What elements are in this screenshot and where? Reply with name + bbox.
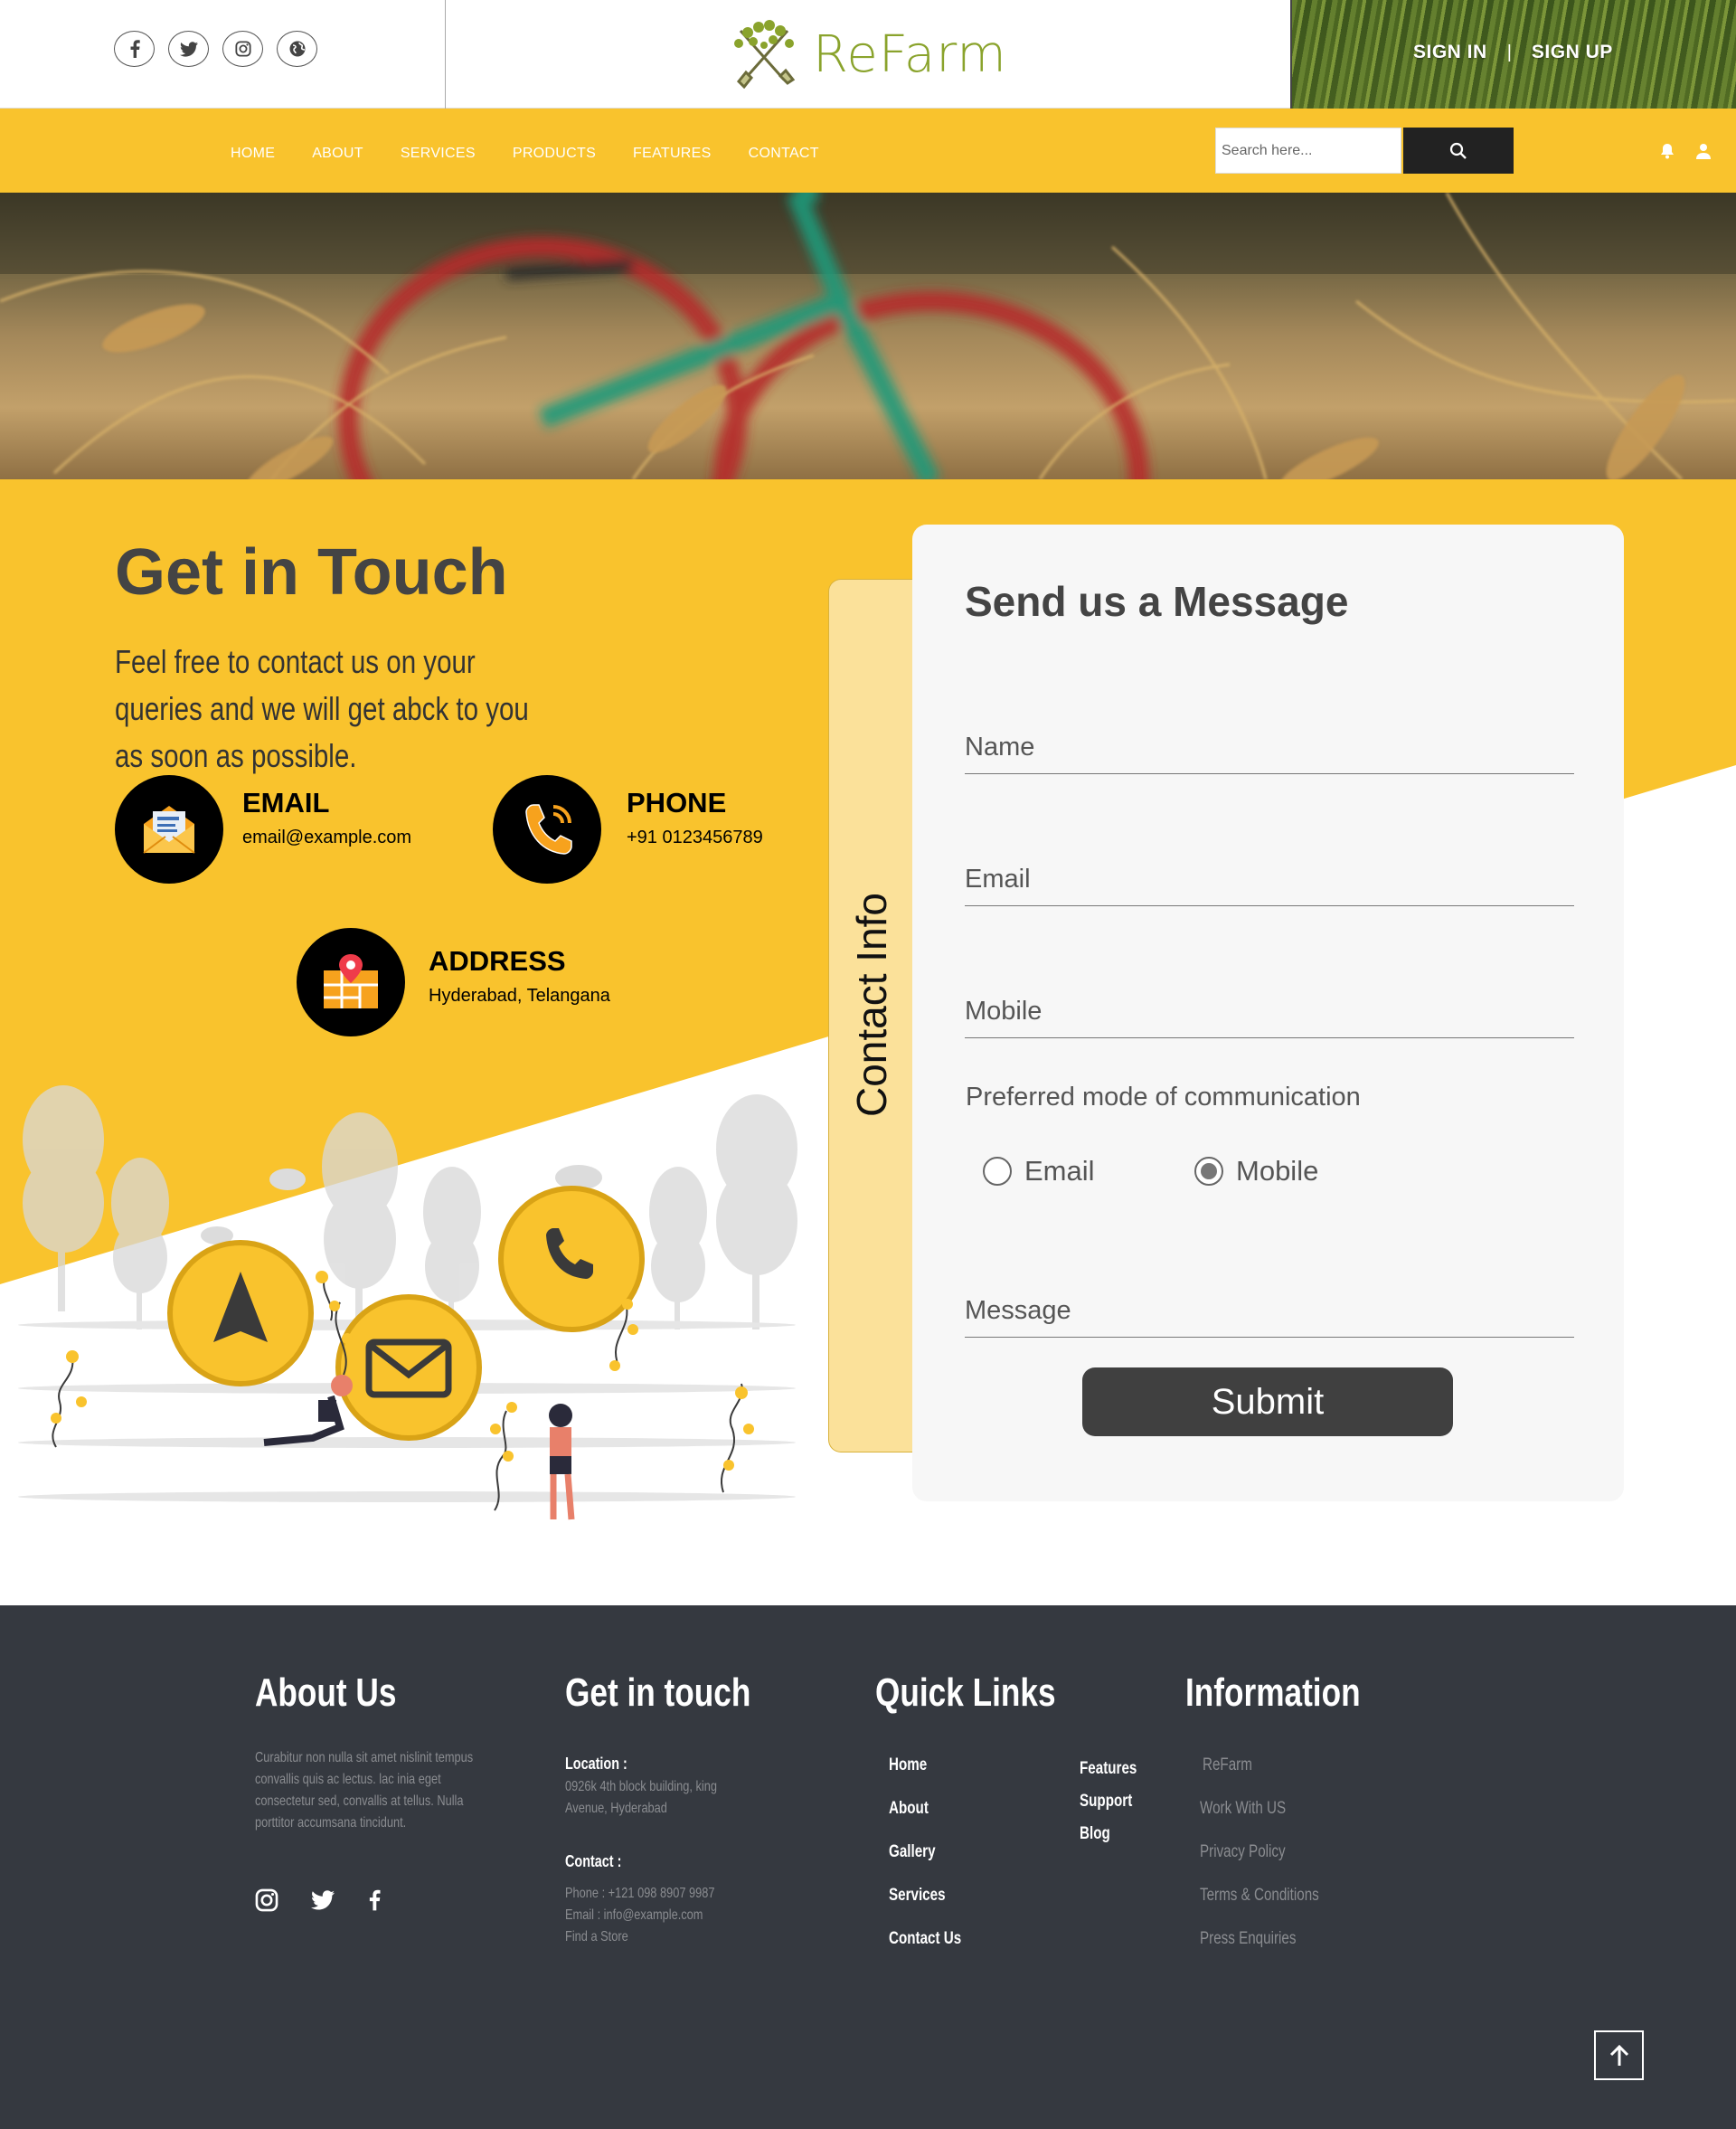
email-value[interactable]: email@example.com (242, 828, 411, 848)
email-field[interactable] (965, 865, 1574, 906)
radio-mobile-label: Mobile (1236, 1155, 1319, 1187)
facebook-icon[interactable] (367, 1888, 382, 1913)
footer-git-title: Get in touch (565, 1670, 751, 1715)
email-title: EMAIL (242, 787, 330, 818)
nav-about[interactable]: ABOUT (312, 146, 363, 162)
footer-link-services[interactable]: Services (889, 1886, 946, 1906)
footer-social (255, 1888, 382, 1913)
form-title: Send us a Message (965, 578, 1349, 625)
radio-mobile[interactable]: Mobile (1194, 1155, 1318, 1188)
address-value: Hyderabad, Telangana (429, 986, 610, 1006)
footer-contact-label: Contact : (565, 1852, 622, 1870)
message-form: Send us a Message Preferred mode of comm… (912, 525, 1624, 1501)
footer-link-gallery[interactable]: Gallery (889, 1842, 936, 1862)
search-icon (1449, 142, 1467, 159)
hero-image (0, 193, 1736, 479)
footer-links-title: Quick Links (875, 1670, 1056, 1715)
globe-icon[interactable] (277, 31, 317, 67)
nav-services[interactable]: SERVICES (401, 146, 476, 162)
nav-features[interactable]: FEATURES (633, 146, 712, 162)
address-badge (297, 928, 405, 1036)
footer-info-title: Information (1185, 1670, 1361, 1715)
address-title: ADDRESS (429, 945, 566, 977)
sign-up-link[interactable]: SIGN UP (1532, 42, 1613, 63)
contact-illustration (18, 1085, 797, 1520)
twitter-icon[interactable] (168, 31, 209, 67)
radio-mobile-circle[interactable] (1194, 1157, 1223, 1186)
search-button[interactable] (1403, 128, 1514, 174)
contact-info-tab-label: Contact Info (848, 892, 895, 1118)
footer-find-store[interactable]: Find a Store (565, 1926, 628, 1948)
envelope-icon (143, 806, 195, 854)
radio-email-circle[interactable] (983, 1157, 1012, 1186)
twitter-icon[interactable] (311, 1890, 335, 1910)
footer-about-title: About Us (255, 1670, 397, 1715)
message-field[interactable] (965, 1296, 1574, 1338)
footer-info-press[interactable]: Press Enquiries (1200, 1929, 1296, 1949)
footer-location-label: Location : (565, 1755, 627, 1773)
logo-text: ReFarm (813, 24, 1007, 84)
footer-link-home[interactable]: Home (889, 1755, 927, 1775)
nav-home[interactable]: HOME (231, 146, 275, 162)
wheat-bicycle-image (0, 193, 1736, 479)
footer-info-work[interactable]: Work With US (1200, 1799, 1286, 1819)
name-field[interactable] (965, 733, 1574, 774)
instagram-icon[interactable] (255, 1888, 278, 1912)
footer-email[interactable]: Email : info@example.com (565, 1905, 703, 1926)
footer-info-terms[interactable]: Terms & Conditions (1200, 1886, 1319, 1906)
footer-link-features[interactable]: Features (1080, 1759, 1137, 1779)
auth-separator: | (1506, 42, 1512, 62)
footer-link-blog[interactable]: Blog (1080, 1824, 1110, 1844)
preference-label: Preferred mode of communication (966, 1083, 1361, 1112)
footer-phone: Phone : +121 098 8907 9987 (565, 1886, 715, 1901)
footer: About Us Curabitur non nulla sit amet ni… (0, 1605, 1736, 2129)
page-title: Get in Touch (115, 536, 508, 609)
nav-products[interactable]: PRODUCTS (513, 146, 596, 162)
main-nav: HOME ABOUT SERVICES PRODUCTS FEATURES CO… (0, 109, 1736, 193)
sign-in-link[interactable]: SIGN IN (1413, 42, 1487, 63)
bell-icon[interactable] (1660, 143, 1675, 159)
map-pin-icon (324, 954, 378, 1008)
divider (445, 0, 446, 109)
logo-emblem-icon (734, 20, 796, 89)
radio-email[interactable]: Email (983, 1155, 1095, 1188)
arrow-up-icon (1609, 2044, 1628, 2066)
footer-info-privacy[interactable]: Privacy Policy (1200, 1842, 1286, 1862)
mobile-field[interactable] (965, 997, 1574, 1038)
footer-link-about[interactable]: About (889, 1799, 929, 1819)
footer-location-value: 0926k 4th block building, king Avenue, H… (565, 1779, 717, 1816)
nav-icons (1660, 143, 1711, 159)
footer-info-refarm[interactable]: ReFarm (1203, 1755, 1252, 1775)
auth-links: SIGN IN | SIGN UP (1413, 42, 1613, 63)
contact-info-tab[interactable]: Contact Info (828, 579, 913, 1452)
contact-intro-text: Feel free to contact us on your queries … (115, 643, 529, 774)
contact-section: Get in Touch Feel free to contact us on … (0, 479, 1736, 1605)
nav-links: HOME ABOUT SERVICES PRODUCTS FEATURES CO… (231, 146, 819, 162)
search-input[interactable] (1215, 128, 1401, 174)
phone-value[interactable]: +91 0123456789 (627, 828, 763, 848)
submit-button[interactable]: Submit (1082, 1367, 1453, 1436)
logo[interactable]: ReFarm (728, 20, 1007, 89)
nav-contact[interactable]: CONTACT (749, 146, 819, 162)
phone-title: PHONE (627, 787, 727, 818)
user-icon[interactable] (1696, 143, 1711, 159)
top-bar: ReFarm SIGN IN | SIGN UP (0, 0, 1736, 109)
email-badge (115, 775, 223, 884)
footer-link-contact-us[interactable]: Contact Us (889, 1929, 961, 1949)
phone-badge (493, 775, 601, 884)
phone-icon (525, 804, 572, 855)
social-links (114, 31, 317, 67)
instagram-icon[interactable] (222, 31, 263, 67)
footer-about-text: Curabitur non nulla sit amet nislinit te… (255, 1750, 474, 1831)
back-to-top-button[interactable] (1594, 2030, 1644, 2080)
footer-link-support[interactable]: Support (1080, 1792, 1132, 1812)
facebook-icon[interactable] (114, 31, 155, 67)
radio-email-label: Email (1024, 1155, 1095, 1187)
